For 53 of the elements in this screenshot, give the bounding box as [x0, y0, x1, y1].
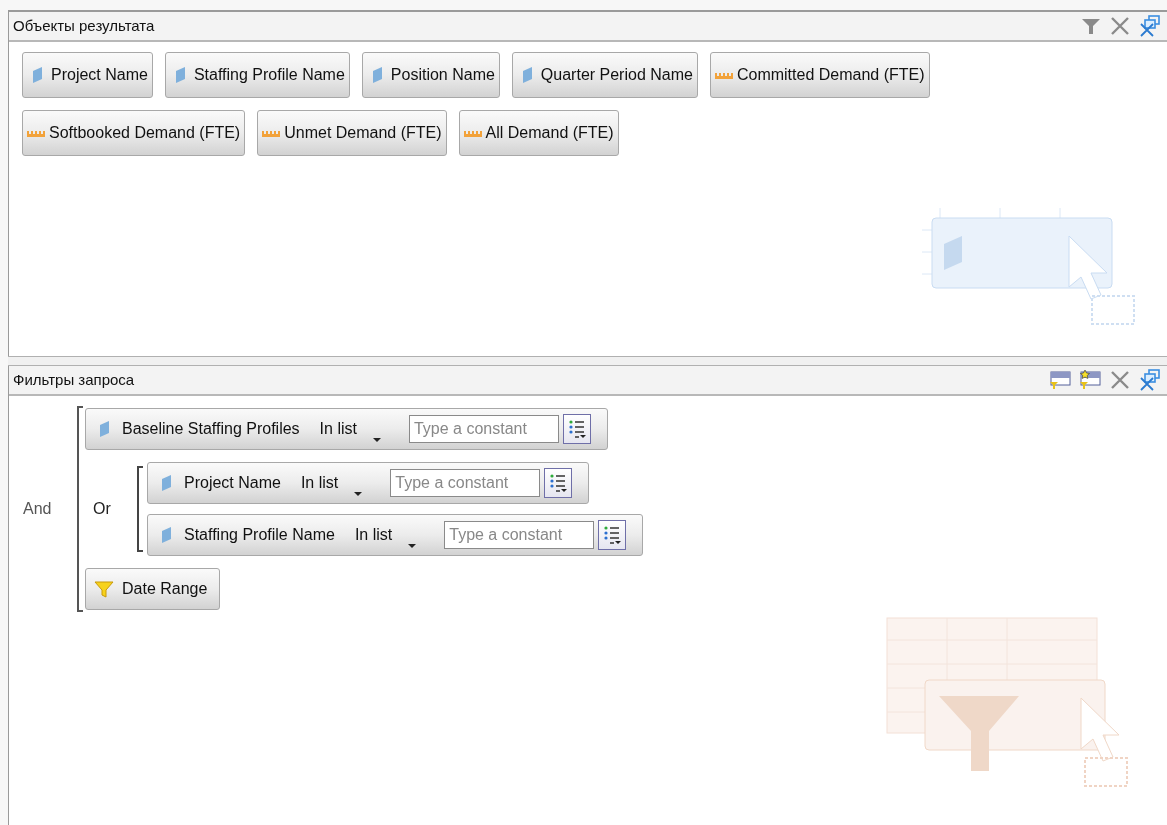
- operator-dropdown[interactable]: In list: [354, 523, 417, 547]
- list-icon: [548, 472, 569, 494]
- result-object[interactable]: All Demand (FTE): [458, 110, 619, 156]
- predefined-filter[interactable]: Date Range: [85, 568, 221, 610]
- filter-panel-icon[interactable]: [1049, 370, 1071, 390]
- dimension-icon: [173, 66, 186, 84]
- combine-operator[interactable]: And: [15, 497, 77, 521]
- value-list-button[interactable]: [544, 468, 573, 498]
- dimension-icon: [160, 474, 172, 492]
- operator-dropdown[interactable]: In list: [319, 417, 381, 441]
- caret-icon: [354, 491, 363, 497]
- filter-label: Date Range: [122, 579, 208, 599]
- caret-icon: [408, 543, 417, 549]
- condition-object: Staffing Profile Name: [184, 525, 335, 545]
- dimension-icon: [370, 66, 383, 84]
- panel-title: Объекты результата: [13, 15, 156, 36]
- constant-field[interactable]: Type a constant: [444, 521, 595, 549]
- dimension-icon: [31, 66, 43, 84]
- result-object[interactable]: Softbooked Demand (FTE): [22, 110, 246, 156]
- result-object[interactable]: Project Name: [22, 52, 153, 98]
- result-object[interactable]: Quarter Period Name: [511, 52, 698, 98]
- ruler-icon: [463, 129, 482, 137]
- close-icon[interactable]: [1109, 369, 1131, 391]
- list-icon: [602, 524, 623, 546]
- group-operator[interactable]: Or: [85, 497, 137, 521]
- condition-object: Baseline Staffing Profiles: [122, 419, 300, 439]
- undock-icon[interactable]: [1139, 14, 1163, 38]
- result-object[interactable]: Committed Demand (FTE): [709, 52, 930, 98]
- value-list-button[interactable]: [598, 520, 627, 550]
- result-object[interactable]: Position Name: [361, 52, 500, 98]
- filter-condition[interactable]: Project Name In list Type a constant: [147, 462, 590, 504]
- new-filter-panel-icon[interactable]: [1079, 370, 1101, 390]
- funnel-icon: [94, 579, 114, 599]
- undock-icon[interactable]: [1139, 368, 1163, 392]
- constant-field[interactable]: Type a constant: [390, 469, 541, 497]
- ruler-icon: [27, 129, 45, 137]
- result-object[interactable]: Unmet Demand (FTE): [257, 110, 447, 156]
- dimension-icon: [98, 420, 110, 438]
- dimension-icon: [520, 66, 533, 84]
- close-icon[interactable]: [1109, 15, 1131, 37]
- panel-title: Фильтры запроса: [13, 369, 136, 390]
- ruler-icon: [714, 71, 733, 79]
- constant-field[interactable]: Type a constant: [408, 415, 559, 443]
- filter-condition[interactable]: Staffing Profile Name In list Type a constant: [147, 514, 644, 556]
- caret-icon: [372, 437, 381, 443]
- value-list-button[interactable]: [562, 414, 591, 444]
- filter-condition[interactable]: Baseline Staffing Profiles In list Type a constant: [85, 408, 608, 450]
- operator-dropdown[interactable]: In list: [300, 471, 363, 495]
- condition-object: Project Name: [184, 473, 281, 493]
- dimension-icon: [160, 526, 172, 544]
- result-object[interactable]: Staffing Profile Name: [164, 52, 350, 98]
- filter-icon[interactable]: [1081, 16, 1101, 36]
- ruler-icon: [262, 129, 281, 137]
